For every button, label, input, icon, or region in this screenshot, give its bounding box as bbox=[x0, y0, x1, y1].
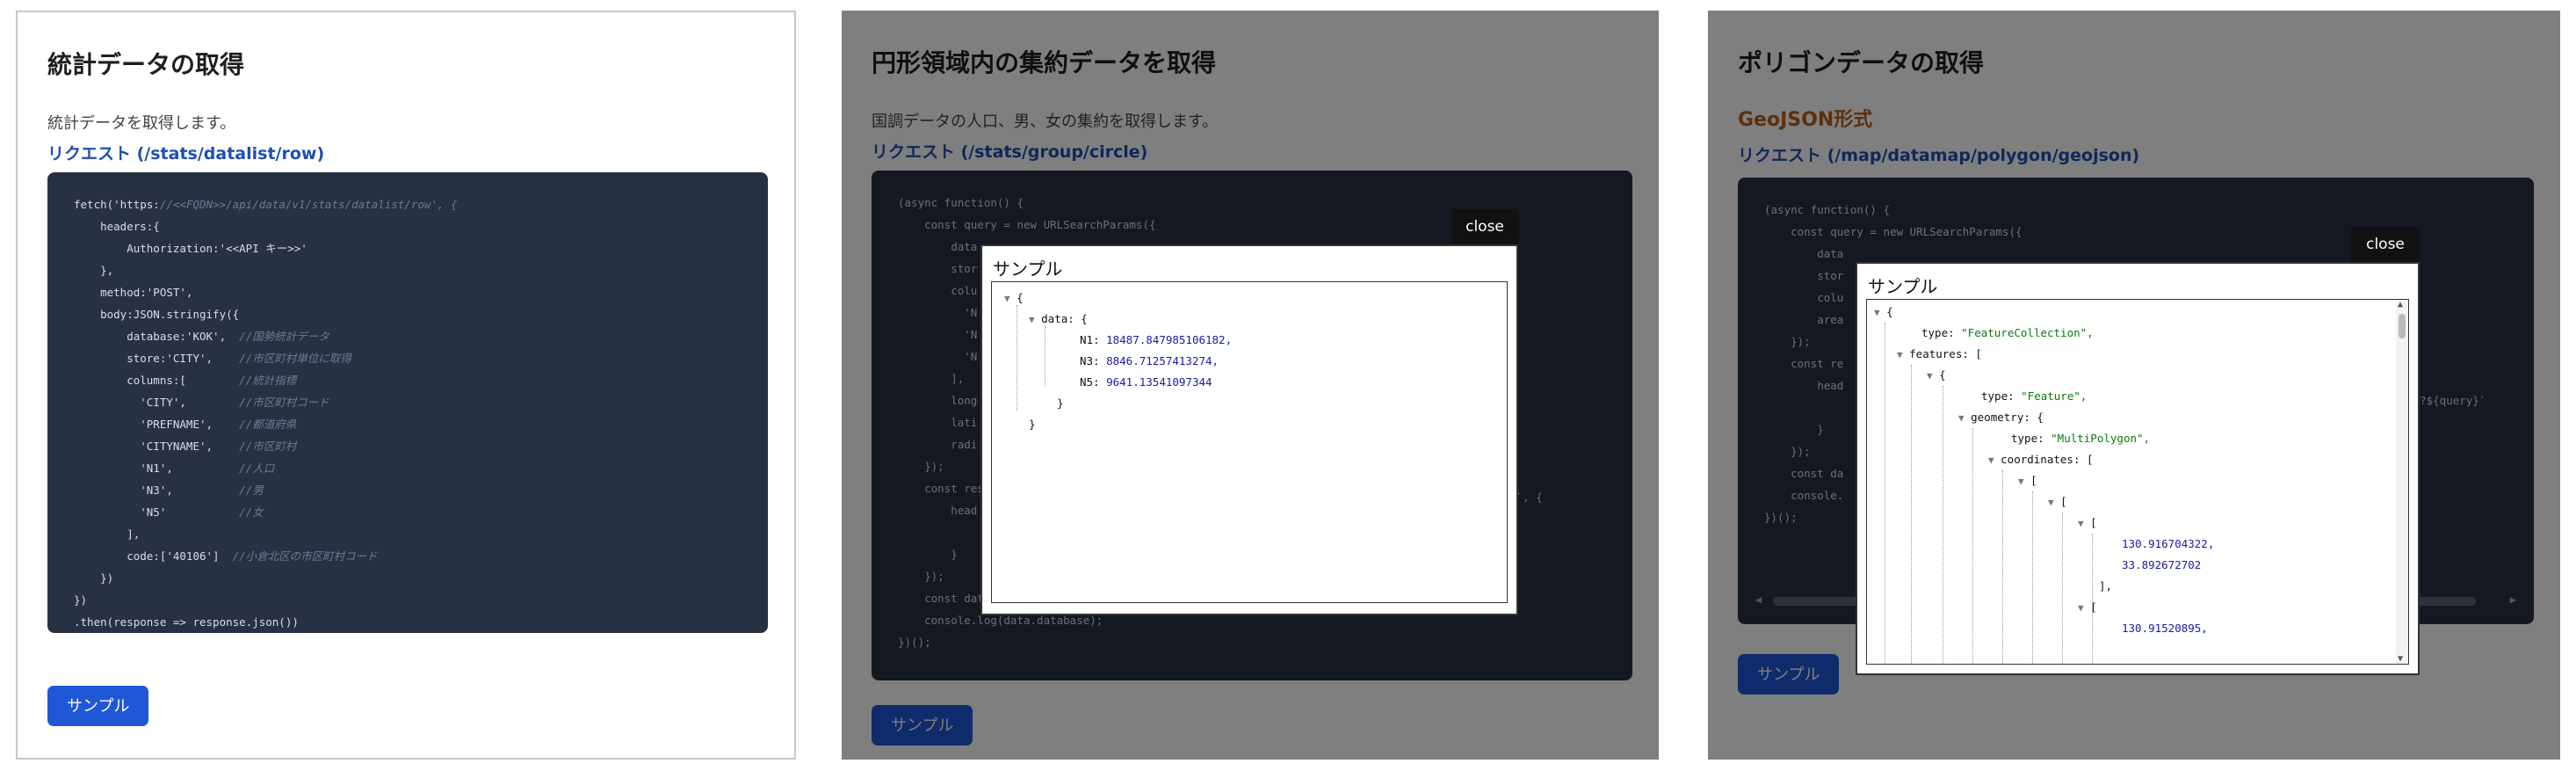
panel-title: 統計データの取得 bbox=[47, 50, 245, 79]
code-line: 'CITY', //市区町村コード bbox=[74, 396, 329, 409]
sample-modal: サンプル ▼ { ▼ data: { N1: 18487.84798510618… bbox=[980, 244, 1518, 615]
code-line: body:JSON.stringify({ bbox=[74, 308, 240, 321]
code-line: Authorization:'<<API キー>>' bbox=[74, 242, 308, 255]
circle-group-panel: 円形領域内の集約データを取得 国調データの人口、男、女の集約を取得します。 リク… bbox=[842, 11, 1659, 760]
code-line: 'CITYNAME', //市区町村 bbox=[74, 440, 297, 453]
triangle-down-icon[interactable]: ▼ bbox=[2018, 476, 2024, 487]
code-line: code:['40106'] //小倉北区の市区町村コード bbox=[74, 549, 378, 563]
json-line: ], bbox=[2099, 579, 2113, 593]
code-line: 'PREFNAME', //都道府県 bbox=[74, 418, 297, 431]
scroll-down-arrow-icon[interactable]: ▼ bbox=[2398, 654, 2403, 664]
json-line: { bbox=[1939, 368, 1946, 382]
request-endpoint-label: リクエスト (/stats/datalist/row) bbox=[47, 144, 325, 164]
code-line: database:'KOK', //国勢統計データ bbox=[74, 330, 329, 343]
json-line: N3: 8846.71257413274, bbox=[1080, 354, 1219, 367]
json-viewer: ▲ ▼ ▼ { type: "FeatureCollection", ▼ fea… bbox=[1866, 299, 2409, 665]
code-line: headers:{ bbox=[74, 220, 160, 233]
json-line: N5: 9641.13541097344 bbox=[1080, 375, 1212, 389]
json-line: features: [ bbox=[1909, 347, 1982, 360]
modal-title: サンプル bbox=[993, 258, 1063, 280]
json-line: data: { bbox=[1041, 312, 1088, 325]
modal-title: サンプル bbox=[1868, 276, 1938, 297]
triangle-down-icon[interactable]: ▼ bbox=[2078, 602, 2084, 614]
json-line: [ bbox=[2060, 495, 2067, 508]
json-line: { bbox=[1017, 291, 1024, 304]
scroll-up-arrow-icon[interactable]: ▲ bbox=[2398, 300, 2403, 309]
code-line: .then(response => response.json()) bbox=[74, 615, 299, 629]
json-line: type: "FeatureCollection", bbox=[1921, 326, 2094, 339]
json-viewer: ▼ { ▼ data: { N1: 18487.847985106182, N3… bbox=[991, 281, 1508, 603]
triangle-down-icon[interactable]: ▼ bbox=[2078, 518, 2084, 529]
code-line: ], bbox=[74, 527, 141, 541]
json-line: } bbox=[1057, 396, 1064, 410]
polygon-geojson-panel: ポリゴンデータの取得 GeoJSON形式 リクエスト (/map/datamap… bbox=[1708, 11, 2560, 760]
code-line: store:'CITY', //市区町村単位に取得 bbox=[74, 352, 351, 365]
code-line: method:'POST', bbox=[74, 286, 193, 299]
json-line: type: "Feature", bbox=[1981, 389, 2088, 403]
json-line: N1: 18487.847985106182, bbox=[1080, 333, 1233, 346]
code-line: columns:[ //統計指標 bbox=[74, 374, 297, 387]
triangle-down-icon[interactable]: ▼ bbox=[2048, 497, 2054, 508]
triangle-down-icon[interactable]: ▼ bbox=[1927, 370, 1933, 382]
close-button[interactable]: close bbox=[1451, 209, 1518, 244]
code-block: fetch('https://<<FQDN>>/api/data/v1/stat… bbox=[47, 172, 768, 633]
code-line: }) bbox=[74, 593, 88, 607]
vertical-scrollbar[interactable]: ▲ ▼ bbox=[2396, 300, 2408, 664]
triangle-down-icon[interactable]: ▼ bbox=[1958, 412, 1965, 424]
json-line: } bbox=[1029, 418, 1036, 431]
triangle-down-icon[interactable]: ▼ bbox=[1029, 314, 1035, 325]
close-button[interactable]: close bbox=[2351, 227, 2420, 262]
panel-description: 統計データを取得します。 bbox=[47, 114, 236, 133]
json-line: geometry: { bbox=[1971, 411, 2044, 424]
code-line: }, bbox=[74, 264, 114, 277]
json-line: [ bbox=[2030, 474, 2037, 487]
json-line: 130.91520895, bbox=[2122, 622, 2208, 635]
json-line: { bbox=[1886, 305, 1893, 318]
code-line: 'N1', //人口 bbox=[74, 462, 275, 475]
code-line: fetch('https://<<FQDN>>/api/data/v1/stat… bbox=[74, 198, 458, 211]
json-line: [ bbox=[2090, 600, 2097, 614]
triangle-down-icon[interactable]: ▼ bbox=[1897, 349, 1903, 360]
code-line: 'N5' //女 bbox=[74, 506, 264, 519]
sample-modal: サンプル ▲ ▼ ▼ { type: "FeatureCollection", … bbox=[1856, 262, 2420, 675]
code-line: 'N3', //男 bbox=[74, 484, 264, 497]
triangle-down-icon[interactable]: ▼ bbox=[1874, 307, 1880, 318]
triangle-down-icon[interactable]: ▼ bbox=[1004, 293, 1010, 304]
json-line: 33.892672702 bbox=[2122, 558, 2202, 571]
stats-datalist-panel: 統計データの取得 統計データを取得します。 リクエスト (/stats/data… bbox=[16, 11, 796, 760]
code-line: }) bbox=[74, 571, 114, 585]
scrollbar-thumb[interactable] bbox=[2399, 314, 2406, 338]
json-line: coordinates: [ bbox=[2001, 453, 2094, 466]
json-line: type: "MultiPolygon", bbox=[2011, 432, 2151, 445]
sample-button[interactable]: サンプル bbox=[47, 686, 149, 726]
json-line: 130.916704322, bbox=[2122, 537, 2215, 550]
triangle-down-icon[interactable]: ▼ bbox=[1988, 455, 1994, 466]
json-line: [ bbox=[2090, 516, 2097, 529]
